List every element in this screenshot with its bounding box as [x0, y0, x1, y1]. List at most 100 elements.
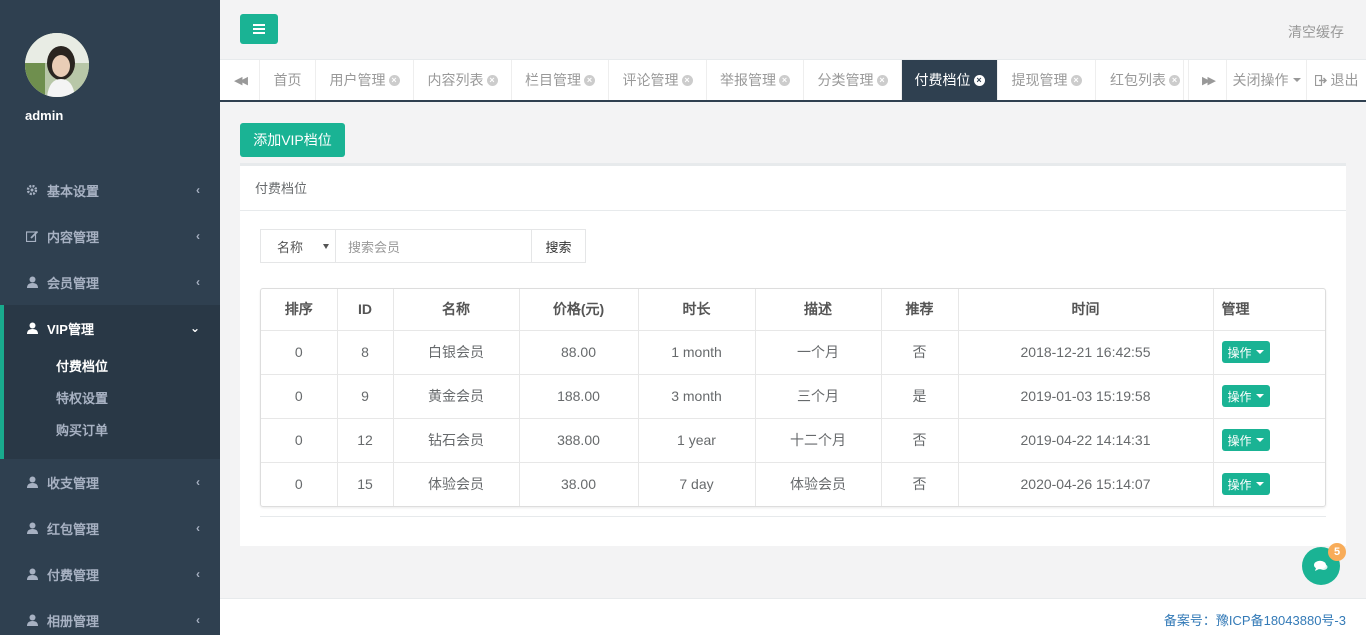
user-icon — [25, 322, 39, 334]
tabs-scroll-left-icon[interactable]: ◀◀ — [220, 60, 260, 100]
tab-columns[interactable]: 栏目管理 × — [512, 60, 609, 100]
sidebar: admin 基本设置 ‹ 内容管理 ‹ 会员管理 ‹ VIP管理 ⌄ 付费档位 … — [0, 0, 220, 635]
divider — [260, 516, 1326, 517]
column-header-name: 名称 — [392, 289, 520, 331]
cell-price: 38.00 — [518, 461, 639, 506]
tab-strip: ◀◀ 首页 用户管理 × 内容列表 × 栏目管理 × 评论管理 × 举报管理 × 分类管理… — [220, 60, 1366, 102]
column-header-recommended: 推荐 — [880, 289, 959, 331]
close-tab-icon[interactable]: × — [486, 74, 498, 86]
sidebar-subitem-privileges[interactable]: 特权设置 — [4, 383, 220, 415]
cell-recommended: 否 — [880, 417, 959, 463]
sidebar-item-vip[interactable]: VIP管理 ⌄ — [4, 305, 220, 351]
user-icon — [25, 522, 39, 534]
close-tab-icon[interactable]: × — [584, 74, 595, 86]
close-tab-icon[interactable]: × — [1070, 74, 1082, 86]
sidebar-subitem-orders[interactable]: 购买订单 — [4, 415, 220, 447]
topbar: 清空缓存 — [220, 0, 1366, 60]
sidebar-item-label: 红包管理 — [47, 521, 100, 537]
user-icon — [25, 568, 39, 580]
cell-duration: 1 year — [637, 417, 756, 463]
cell-recommended: 否 — [880, 461, 959, 506]
tab-categories[interactable]: 分类管理 × — [804, 60, 902, 100]
chevron-left-icon: ‹ — [196, 521, 200, 535]
footer: 备案号：豫ICP备18043880号-3 — [220, 598, 1366, 635]
close-tab-icon[interactable]: × — [779, 74, 790, 86]
tab-withdrawals[interactable]: 提现管理 × — [998, 60, 1096, 100]
cell-price: 188.00 — [518, 373, 639, 419]
sidebar-item-label: VIP管理 — [47, 321, 94, 337]
vip-submenu: 付费档位 特权设置 购买订单 — [4, 351, 220, 459]
column-header-time: 时间 — [957, 289, 1214, 331]
cell-description: 体验会员 — [754, 461, 882, 506]
search-field-select[interactable]: 名称 — [260, 229, 336, 263]
cell-price: 88.00 — [518, 329, 639, 375]
tab-reports[interactable]: 举报管理 × — [707, 60, 804, 100]
cell-duration: 7 day — [637, 461, 756, 506]
sidebar-subitem-paid-tiers[interactable]: 付费档位 — [4, 351, 220, 383]
search-input[interactable]: 搜索会员 — [336, 229, 532, 263]
search-button[interactable]: 搜索 — [532, 229, 586, 263]
sidebar-item-label: 相册管理 — [47, 613, 100, 629]
row-actions-dropdown[interactable]: 操作 — [1221, 341, 1270, 363]
cell-duration: 1 month — [637, 329, 756, 375]
panel-title: 付费档位 — [240, 166, 1346, 211]
close-tab-icon[interactable]: × — [388, 74, 400, 86]
tiers-table: 排序 ID 名称 价格(元) 时长 描述 推荐 时间 管理 0 8 白银会员 8… — [260, 288, 1326, 507]
sidebar-item-basic-settings[interactable]: 基本设置 ‹ — [0, 167, 220, 213]
gear-icon — [25, 184, 39, 196]
cell-recommended: 否 — [880, 329, 959, 375]
cell-time: 2020-04-26 15:14:07 — [957, 461, 1214, 506]
tab-users[interactable]: 用户管理 × — [316, 60, 414, 100]
sidebar-nav: 基本设置 ‹ 内容管理 ‹ 会员管理 ‹ VIP管理 ⌄ 付费档位 特权设置 购… — [0, 167, 220, 635]
row-actions-dropdown[interactable]: 操作 — [1221, 385, 1270, 407]
menu-toggle-button[interactable] — [240, 14, 278, 44]
column-header-manage: 管理 — [1212, 289, 1325, 331]
table-row: 0 15 体验会员 38.00 7 day 体验会员 否 2020-04-26 … — [261, 461, 1325, 506]
chat-button[interactable]: 5 — [1302, 543, 1346, 585]
tab-home[interactable]: 首页 — [260, 60, 316, 100]
sidebar-item-paid[interactable]: 付费管理 ‹ — [0, 551, 220, 597]
close-tab-icon[interactable]: × — [681, 74, 693, 86]
caret-down-icon — [1255, 394, 1264, 398]
row-actions-dropdown[interactable]: 操作 — [1221, 429, 1270, 451]
table-row: 0 9 黄金会员 188.00 3 month 三个月 是 2019-01-03… — [261, 373, 1325, 419]
hamburger-icon — [253, 24, 265, 26]
sidebar-item-members[interactable]: 会员管理 ‹ — [0, 259, 220, 305]
column-header-id: ID — [336, 289, 394, 331]
avatar[interactable] — [25, 33, 89, 97]
cell-id: 8 — [336, 329, 394, 375]
cell-name: 钻石会员 — [392, 417, 520, 463]
caret-down-icon — [323, 244, 329, 249]
sidebar-item-finance[interactable]: 收支管理 ‹ — [0, 459, 220, 505]
close-tab-icon[interactable]: × — [876, 74, 888, 86]
column-header-sort: 排序 — [261, 289, 338, 331]
cell-id: 12 — [336, 417, 394, 463]
chevron-left-icon: ‹ — [196, 475, 200, 489]
caret-down-icon — [1255, 482, 1264, 487]
tab-paid-tiers[interactable]: 付费档位 × — [902, 60, 998, 100]
table-row: 0 8 白银会员 88.00 1 month 一个月 否 2018-12-21 … — [261, 329, 1325, 375]
cell-id: 15 — [336, 461, 394, 506]
tab-comments[interactable]: 评论管理 × — [609, 60, 707, 100]
cell-sort: 0 — [261, 417, 338, 463]
sidebar-item-redpacket[interactable]: 红包管理 ‹ — [0, 505, 220, 551]
search-bar: 名称 搜索会员 搜索 — [260, 229, 586, 263]
close-operations-dropdown[interactable]: 关闭操作 — [1226, 60, 1306, 100]
row-actions-dropdown[interactable]: 操作 — [1221, 473, 1270, 496]
tab-redpacket-list[interactable]: 红包列表 × — [1096, 60, 1184, 100]
sidebar-item-label: 内容管理 — [47, 229, 100, 245]
close-tab-icon[interactable]: × — [973, 74, 985, 86]
cell-name: 白银会员 — [392, 329, 520, 375]
sidebar-item-album[interactable]: 相册管理 ‹ — [0, 597, 220, 635]
close-tab-icon[interactable]: × — [1169, 74, 1180, 86]
tabs-scroll-right-icon[interactable]: ▶▶ — [1188, 60, 1226, 100]
user-icon — [25, 276, 39, 288]
logout-button[interactable]: 退出 — [1306, 60, 1366, 100]
tab-content-list[interactable]: 内容列表 × — [414, 60, 512, 100]
cell-id: 9 — [336, 373, 394, 419]
add-vip-tier-button[interactable]: 添加VIP档位 — [240, 123, 345, 157]
caret-down-icon — [1292, 78, 1301, 82]
sidebar-item-content[interactable]: 内容管理 ‹ — [0, 213, 220, 259]
icp-record-link[interactable]: 备案号：豫ICP备18043880号-3 — [1164, 610, 1346, 629]
clear-cache-link[interactable]: 清空缓存 — [1288, 22, 1344, 42]
